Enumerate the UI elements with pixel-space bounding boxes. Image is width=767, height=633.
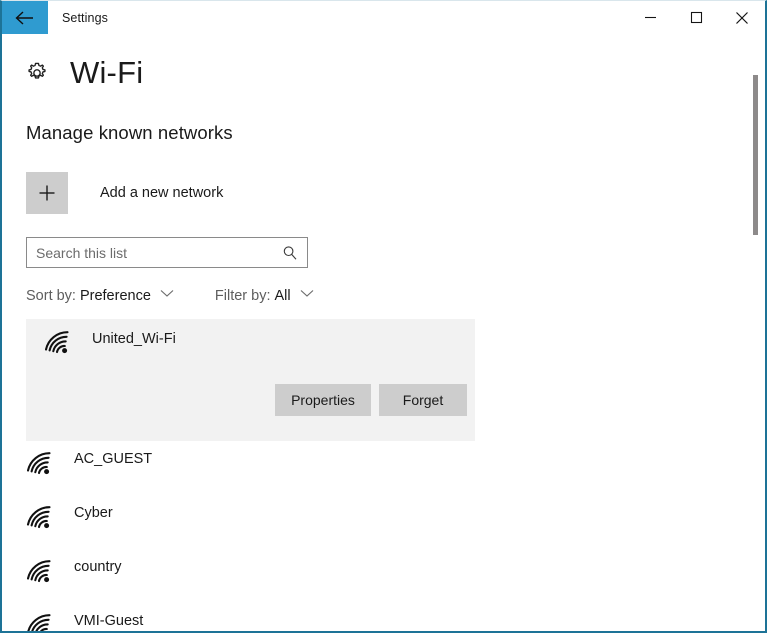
section-title: Manage known networks bbox=[26, 122, 233, 143]
list-controls: Sort by: Preference Filter by: All bbox=[26, 287, 765, 305]
search-input[interactable] bbox=[36, 238, 276, 267]
plus-icon bbox=[39, 185, 55, 201]
network-name: AC_GUEST bbox=[74, 451, 153, 467]
network-name: VMI-Guest bbox=[74, 613, 144, 629]
maximize-icon bbox=[690, 11, 702, 24]
wifi-icon bbox=[26, 560, 51, 583]
network-item[interactable]: country bbox=[2, 549, 765, 603]
back-button[interactable] bbox=[2, 1, 48, 34]
network-item[interactable]: VMI-Guest bbox=[2, 603, 765, 631]
minimize-button[interactable] bbox=[627, 1, 673, 34]
add-network-button[interactable] bbox=[26, 172, 68, 214]
page-header: Wi-Fi bbox=[24, 56, 765, 90]
wifi-icon bbox=[44, 331, 69, 354]
add-network-row[interactable]: Add a new network bbox=[26, 172, 256, 214]
network-item-actions: Properties Forget bbox=[26, 384, 475, 416]
wifi-icon bbox=[27, 614, 51, 631]
filter-by-label: Filter by: bbox=[214, 288, 271, 304]
wifi-icon bbox=[26, 452, 51, 475]
network-item-header: United_Wi-Fi bbox=[26, 319, 475, 359]
scrollbar-thumb[interactable] bbox=[753, 75, 758, 235]
back-arrow-icon bbox=[15, 10, 33, 25]
title-bar: Settings bbox=[2, 1, 765, 34]
settings-content: Wi-Fi Manage known networks Add a new ne… bbox=[2, 34, 765, 631]
wifi-icon bbox=[26, 506, 51, 529]
sort-by-dropdown[interactable]: Sort by: Preference bbox=[26, 287, 174, 305]
window-title: Settings bbox=[62, 10, 108, 25]
gear-icon bbox=[28, 62, 46, 79]
network-name: Cyber bbox=[74, 505, 113, 521]
search-box[interactable] bbox=[26, 237, 308, 268]
network-item[interactable]: Cyber bbox=[2, 495, 765, 549]
chevron-down-icon bbox=[300, 285, 314, 303]
filter-by-value: All bbox=[274, 288, 291, 304]
scrollbar-track[interactable] bbox=[750, 34, 761, 631]
caption-buttons bbox=[627, 1, 765, 34]
minimize-icon bbox=[644, 16, 656, 19]
sort-by-value: Preference bbox=[79, 288, 151, 304]
filter-by-dropdown[interactable]: Filter by: All bbox=[215, 287, 314, 305]
search-icon[interactable] bbox=[282, 245, 298, 261]
properties-button[interactable]: Properties bbox=[275, 384, 371, 416]
add-network-label: Add a new network bbox=[100, 185, 224, 201]
network-name: country bbox=[74, 559, 122, 575]
forget-button[interactable]: Forget bbox=[379, 384, 467, 416]
maximize-button[interactable] bbox=[673, 1, 719, 34]
close-button[interactable] bbox=[719, 1, 765, 34]
network-item[interactable]: AC_GUEST bbox=[2, 441, 765, 495]
chevron-down-icon bbox=[160, 285, 174, 303]
network-name: United_Wi-Fi bbox=[92, 331, 176, 347]
settings-window: Settings Wi-Fi Manage known networks Add… bbox=[0, 0, 767, 633]
page-title: Wi-Fi bbox=[70, 55, 144, 90]
sort-by-label: Sort by: bbox=[26, 288, 76, 304]
close-icon bbox=[736, 11, 748, 24]
network-item-selected[interactable]: United_Wi-Fi Properties Forget bbox=[26, 319, 475, 441]
network-list: United_Wi-Fi Properties Forget AC_GUEST bbox=[2, 319, 765, 631]
